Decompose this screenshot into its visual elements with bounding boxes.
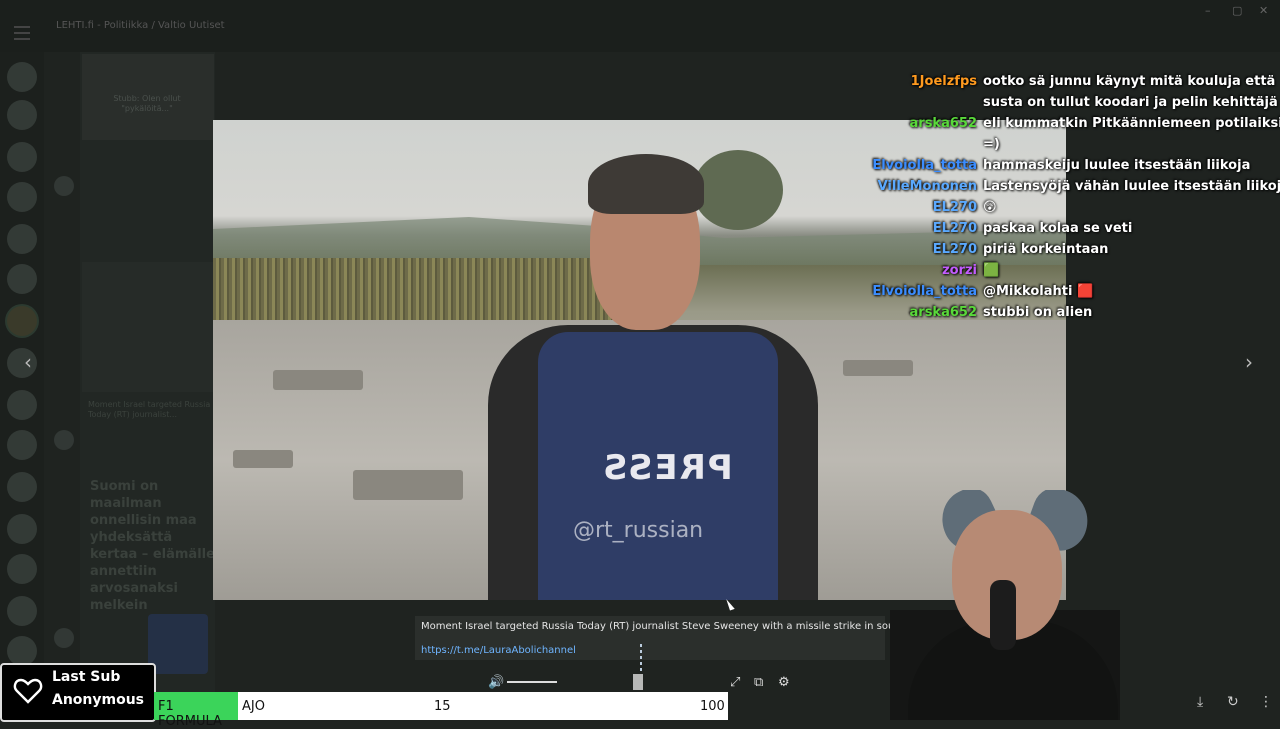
webcam-feed <box>890 490 1120 720</box>
feed-avatar[interactable] <box>54 430 74 450</box>
maximize-button[interactable]: ▢ <box>1232 4 1242 17</box>
media-caption: Moment Israel targeted Russia Today (RT)… <box>421 621 967 632</box>
microphone <box>990 580 1016 650</box>
sidebar-avatar[interactable] <box>7 514 37 544</box>
sidebar <box>0 52 44 720</box>
video-person <box>588 154 704 214</box>
video-scenery <box>273 370 363 390</box>
sidebar-avatar[interactable] <box>7 636 37 666</box>
chat-text: 😲 <box>983 200 997 215</box>
feed-image[interactable] <box>82 262 214 392</box>
chat-username[interactable]: EL270 <box>860 200 977 215</box>
chat-text: stubbi on alien <box>983 305 1093 320</box>
ticker-value: 100 <box>700 699 725 714</box>
press-badge: PRESS <box>601 448 733 488</box>
ticker-bar: F1 FORMULA AJO 15 100 <box>154 692 728 729</box>
gear-icon[interactable]: ⚙ <box>778 675 790 690</box>
previous-media-button[interactable]: ‹ <box>24 350 32 374</box>
feed-thumbnail[interactable]: Stubb: Olen ollut "pykälöitä..." <box>82 54 214 140</box>
media-link[interactable]: https://t.me/LauraAbolichannel <box>421 645 576 656</box>
chat-text: @Mikkolahti 🟥 <box>983 284 1094 299</box>
last-sub-label: Last Sub <box>52 669 121 685</box>
ticker-tag-label: F1 FORMULA <box>158 699 222 729</box>
chat-text: paskaa kolaa se veti <box>983 221 1133 236</box>
download-icon[interactable]: ⤓ <box>1197 694 1203 710</box>
chat-username[interactable]: zorzi <box>860 263 977 278</box>
rotate-icon[interactable]: ↻ <box>1227 694 1239 710</box>
expand-icon[interactable]: ⤢ <box>730 675 740 690</box>
heart-icon <box>13 678 43 704</box>
app-title: LEHTI.fi - Politiikka / Valtio Uutiset <box>56 20 225 31</box>
video-scenery <box>213 258 633 328</box>
speaker-icon[interactable]: 🔊 <box>488 675 504 690</box>
minimize-button[interactable]: – <box>1205 4 1211 17</box>
sidebar-avatar[interactable] <box>7 596 37 626</box>
sidebar-avatar[interactable] <box>7 472 37 502</box>
chat-username[interactable]: Elvoiolla_totta <box>860 284 977 299</box>
feed-snippet: Moment Israel targeted Russia Today (RT)… <box>88 400 211 419</box>
close-window-button[interactable]: ✕ <box>1259 4 1268 17</box>
feed-thumbnail-caption: Stubb: Olen ollut "pykälöitä..." <box>113 94 181 113</box>
sidebar-avatar[interactable] <box>7 430 37 460</box>
chat-username[interactable]: Elvoiolla_totta <box>860 158 977 173</box>
sidebar-avatar[interactable] <box>7 224 37 254</box>
more-options-icon[interactable]: ⋮ <box>1259 694 1273 710</box>
volume-slider[interactable] <box>507 681 557 683</box>
chat-text: Lastensyöjä vähän luulee itsestään liiko… <box>983 179 1280 194</box>
video-scenery <box>693 150 783 230</box>
sidebar-avatar[interactable] <box>7 264 37 294</box>
sidebar-avatar[interactable] <box>7 306 37 336</box>
sidebar-avatar[interactable] <box>7 142 37 172</box>
pip-icon[interactable]: ⧉ <box>754 675 763 690</box>
chat-text: ootko sä junnu käynyt mitä kouluja että <box>983 74 1276 89</box>
chat-username[interactable]: EL270 <box>860 221 977 236</box>
sidebar-avatar[interactable] <box>7 390 37 420</box>
chat-text: piriä korkeintaan <box>983 242 1109 257</box>
chat-username[interactable]: EL270 <box>860 242 977 257</box>
chat-username[interactable]: VilleMononen <box>860 179 977 194</box>
sidebar-avatar[interactable] <box>7 62 37 92</box>
chat-text: 🟩 <box>983 263 1000 278</box>
video-watermark: @rt_russian <box>573 518 704 543</box>
ticker-word: AJO <box>242 699 265 714</box>
chat-username[interactable]: arska652 <box>860 305 977 320</box>
sidebar-avatar[interactable] <box>7 182 37 212</box>
menu-icon[interactable] <box>14 26 30 40</box>
seek-handle[interactable] <box>633 674 643 690</box>
video-scenery <box>843 360 913 376</box>
video-scenery <box>233 450 293 468</box>
chat-text: eli kummatkin Pitkäänniemeen potilaiksi <box>983 116 1280 131</box>
chat-username[interactable]: arska652 <box>860 116 977 131</box>
chat-text: susta on tullut koodari ja pelin kehittä… <box>983 95 1280 110</box>
ticker-tag: F1 FORMULA <box>154 692 238 729</box>
chat-text: =) <box>983 137 1000 152</box>
app-titlebar: LEHTI.fi - Politiikka / Valtio Uutiset –… <box>0 0 1280 52</box>
video-scenery <box>353 470 463 500</box>
last-sub-name: Anonymous <box>52 692 145 708</box>
feed-headline[interactable]: Suomi on maailman onnellisin maa yhdeksä… <box>90 478 215 614</box>
sidebar-avatar[interactable] <box>7 100 37 130</box>
feed-avatar[interactable] <box>54 176 74 196</box>
timeline-marker <box>640 644 642 674</box>
feed-image[interactable] <box>148 614 208 674</box>
next-media-button[interactable]: › <box>1245 350 1253 374</box>
chat-text: hammaskeiju luulee itsestään liikoja <box>983 158 1251 173</box>
sidebar-avatar[interactable] <box>7 348 37 378</box>
chat-username[interactable]: 1Joelzfps <box>860 74 977 89</box>
feed-avatar[interactable] <box>54 628 74 648</box>
sidebar-avatar[interactable] <box>7 554 37 584</box>
ticker-value: 15 <box>434 699 451 714</box>
